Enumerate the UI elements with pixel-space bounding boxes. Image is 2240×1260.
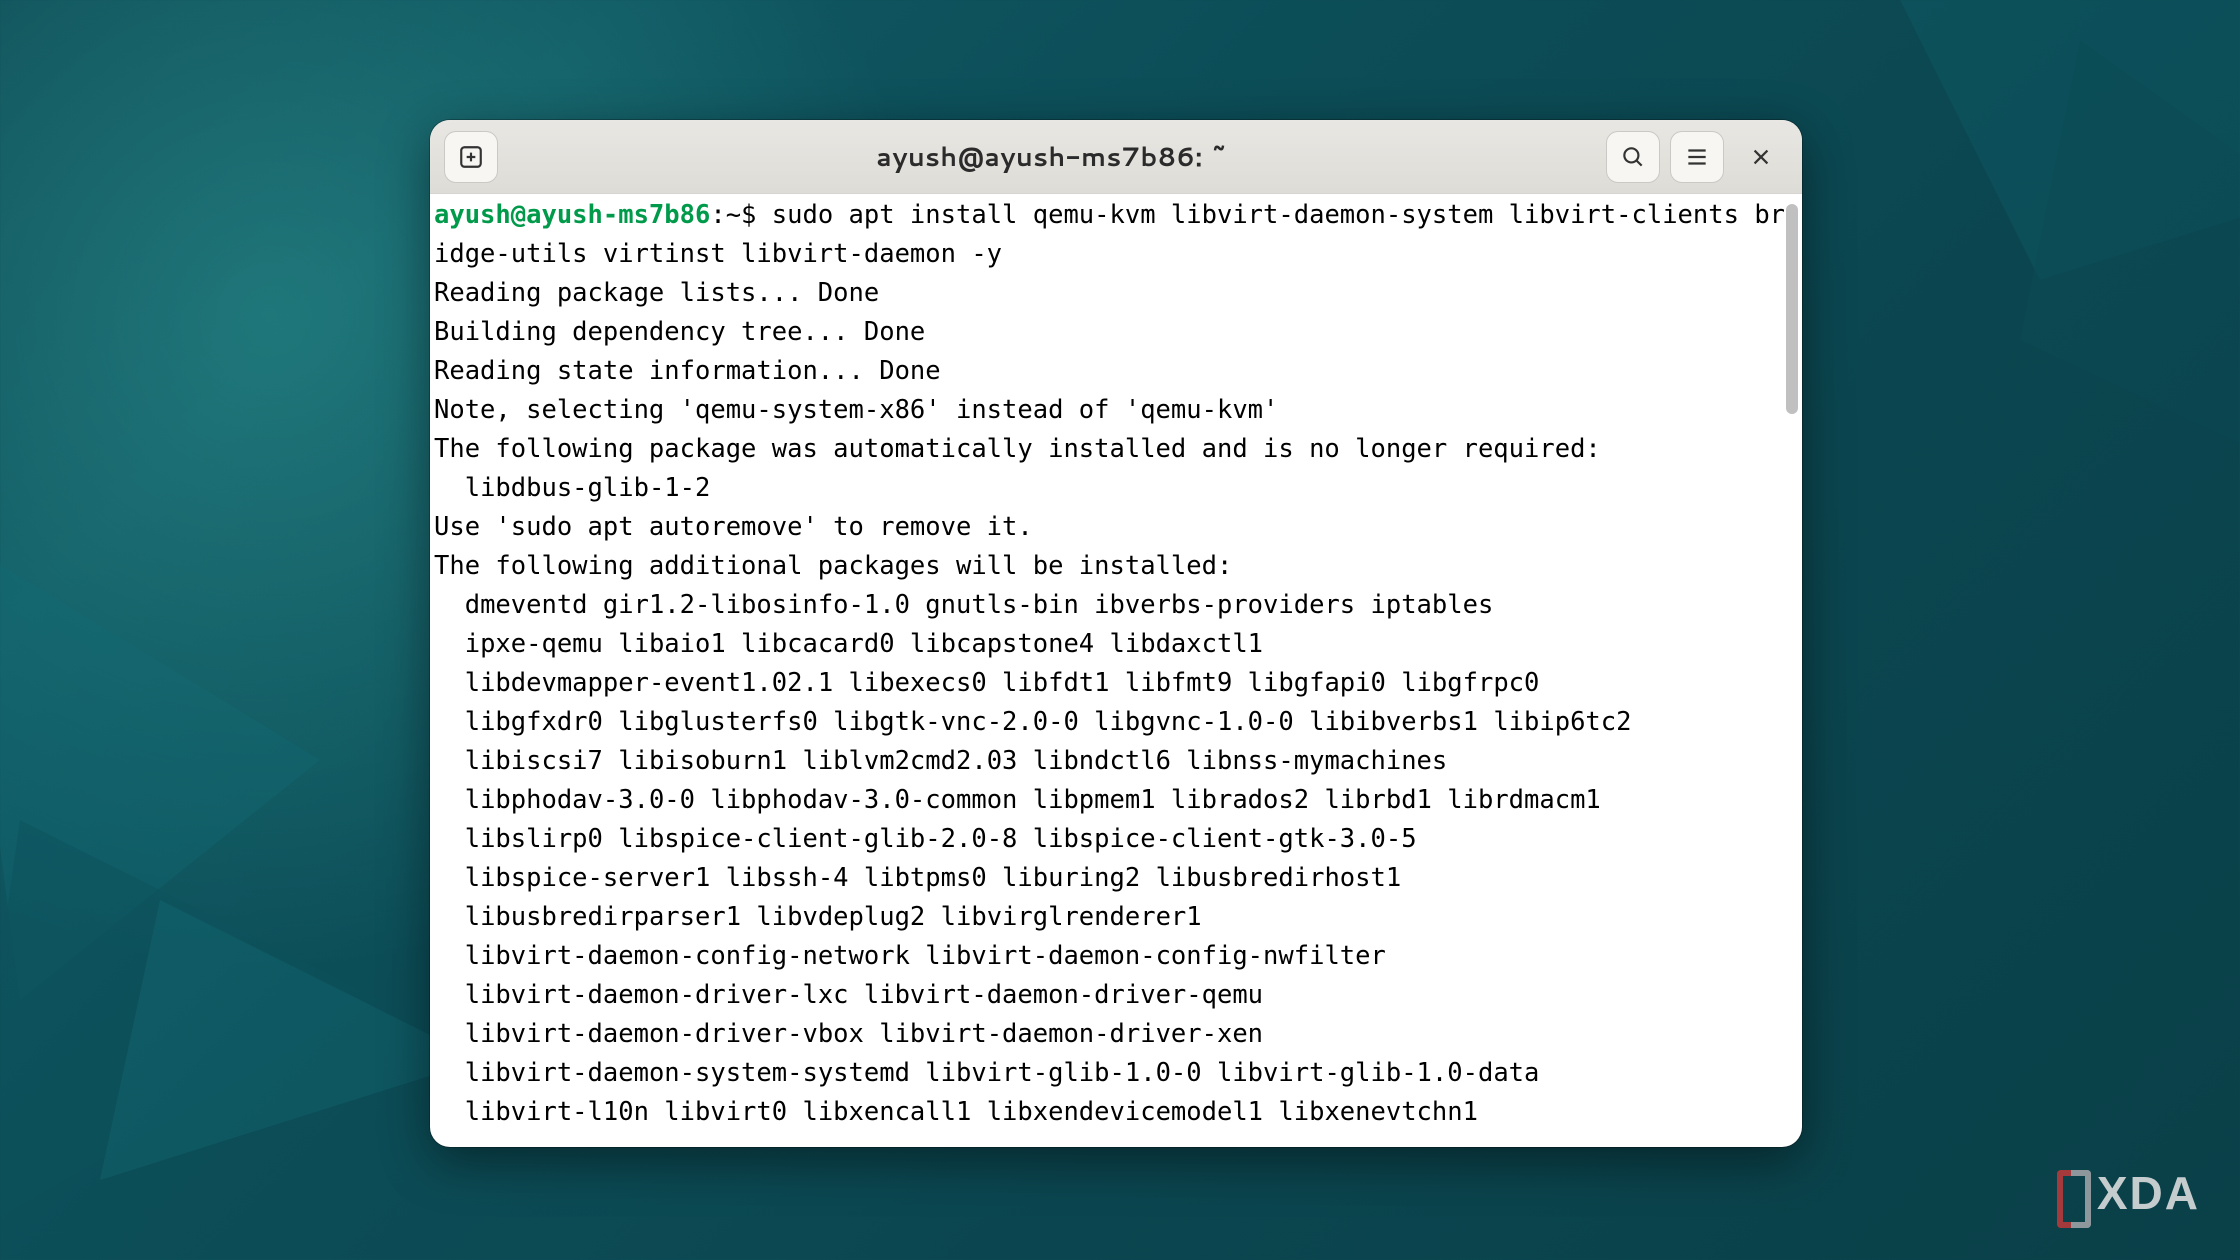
close-icon xyxy=(1750,146,1772,168)
scrollbar-thumb[interactable] xyxy=(1786,204,1798,414)
terminal-window: ayush@ayush-ms7b86: ~ ayush@ayush-ms7b86… xyxy=(430,120,1802,1147)
search-button[interactable] xyxy=(1606,131,1660,183)
xda-bracket-icon xyxy=(2057,1170,2091,1216)
output-text: Reading package lists... Done Building d… xyxy=(434,278,1632,1127)
plus-box-icon xyxy=(458,144,484,170)
window-title: ayush@ayush-ms7b86: ~ xyxy=(508,139,1596,175)
menu-button[interactable] xyxy=(1670,131,1724,183)
titlebar[interactable]: ayush@ayush-ms7b86: ~ xyxy=(430,120,1802,194)
new-tab-button[interactable] xyxy=(444,131,498,183)
terminal-content[interactable]: ayush@ayush-ms7b86:~$ sudo apt install q… xyxy=(430,194,1802,1147)
search-icon xyxy=(1620,144,1646,170)
hamburger-icon xyxy=(1684,144,1710,170)
prompt-suffix: :~$ xyxy=(710,200,771,230)
xda-watermark: XDA xyxy=(2057,1166,2200,1220)
xda-text: XDA xyxy=(2097,1166,2200,1220)
prompt-user: ayush@ayush-ms7b86 xyxy=(434,200,710,230)
terminal-viewport: ayush@ayush-ms7b86:~$ sudo apt install q… xyxy=(430,194,1802,1147)
close-button[interactable] xyxy=(1734,131,1788,183)
